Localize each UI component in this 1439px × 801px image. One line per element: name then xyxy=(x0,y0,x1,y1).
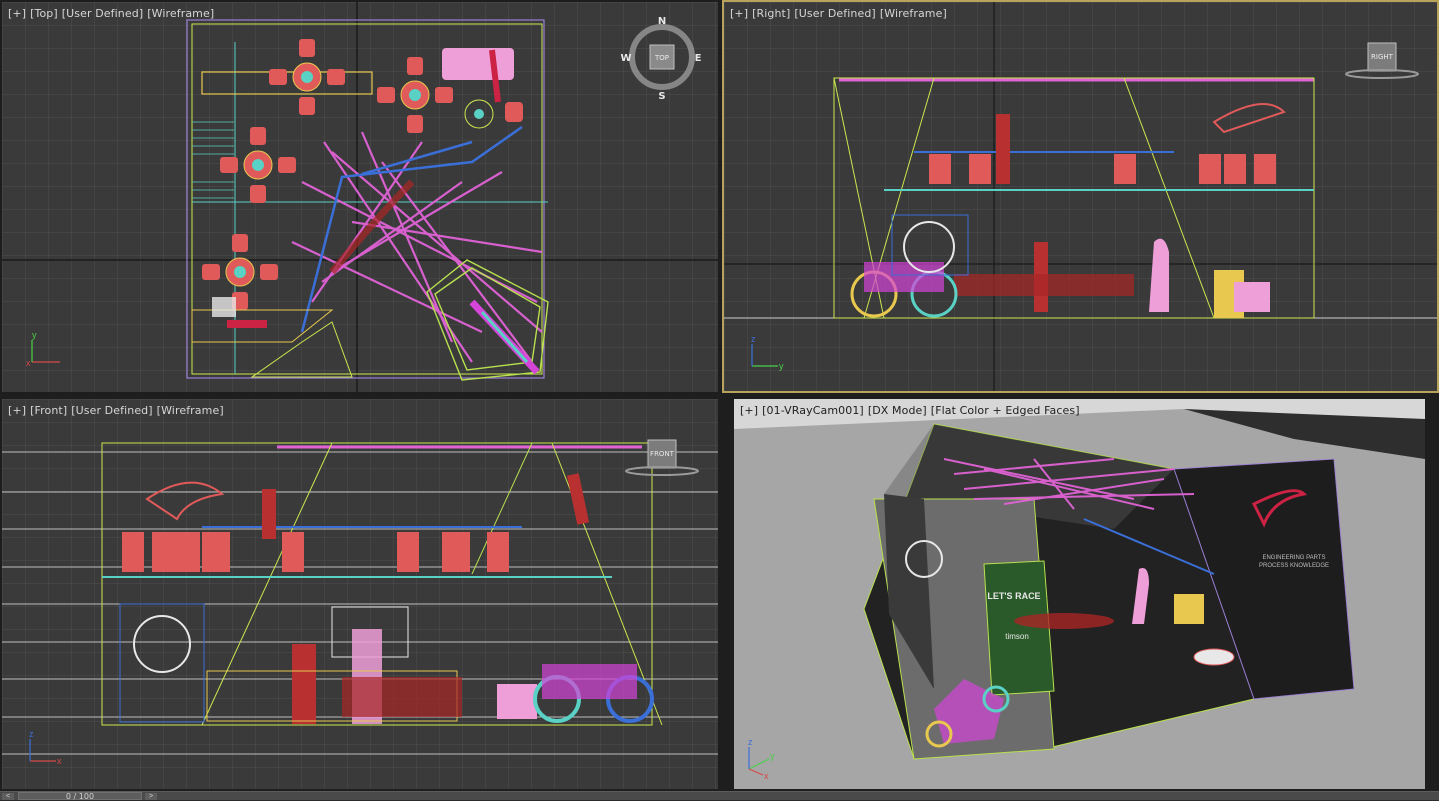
viewport-label-user-defined[interactable]: [User Defined] xyxy=(794,7,875,20)
viewport-front[interactable]: [+] [Front] [User Defined] [Wireframe] F… xyxy=(2,399,718,789)
right-view-canvas: RIGHT z y xyxy=(724,2,1437,391)
viewcube-right-face: RIGHT xyxy=(1371,53,1394,61)
svg-text:N: N xyxy=(658,16,666,27)
viewport-menu-plus[interactable]: [+] xyxy=(8,7,26,20)
viewport-point-of-view-menu[interactable]: [Right] xyxy=(752,7,790,20)
viewport-menu-plus[interactable]: [+] xyxy=(8,404,26,417)
viewport-camera-select[interactable]: [01-VRayCam001] xyxy=(762,404,864,417)
viewport-dx-mode[interactable]: [DX Mode] xyxy=(868,404,927,417)
max-viewport-layout: [+] [Top] [User Defined] [Wireframe] TOP… xyxy=(0,0,1439,801)
svg-text:S: S xyxy=(658,91,665,102)
viewport-label-user-defined[interactable]: [User Defined] xyxy=(71,404,152,417)
wall-text-2: PROCESS KNOWLEDGE xyxy=(1259,563,1329,569)
svg-text:y: y xyxy=(32,330,37,340)
viewport-label-user-defined[interactable]: [User Defined] xyxy=(62,7,143,20)
viewport-point-of-view-menu[interactable]: [Top] xyxy=(30,7,58,20)
viewport-point-of-view-menu[interactable]: [Front] xyxy=(30,404,67,417)
viewport-shading-menu[interactable]: [Wireframe] xyxy=(147,7,214,20)
svg-text:x: x xyxy=(764,771,769,781)
viewport-shading-menu[interactable]: [Wireframe] xyxy=(157,404,224,417)
svg-text:E: E xyxy=(695,53,702,64)
viewport-menu-plus[interactable]: [+] xyxy=(730,7,748,20)
viewport-top-label: [+] [Top] [User Defined] [Wireframe] xyxy=(8,7,218,20)
front-view-canvas: FRONT z x xyxy=(2,399,718,789)
svg-text:x: x xyxy=(57,756,62,766)
viewport-front-label: [+] [Front] [User Defined] [Wireframe] xyxy=(8,404,228,417)
viewport-shading-menu[interactable]: [Wireframe] xyxy=(880,7,947,20)
viewcube-top-face: TOP xyxy=(654,54,669,62)
banner-text: LET'S RACE xyxy=(987,591,1040,601)
svg-text:y: y xyxy=(770,751,775,761)
viewport-top[interactable]: [+] [Top] [User Defined] [Wireframe] TOP… xyxy=(2,2,718,392)
svg-text:z: z xyxy=(748,737,753,747)
viewport-shading-menu[interactable]: [Flat Color + Edged Faces] xyxy=(931,404,1080,417)
svg-text:W: W xyxy=(620,53,631,64)
viewcube-front-face: FRONT xyxy=(650,450,675,458)
svg-text:x: x xyxy=(26,358,31,368)
viewport-menu-plus[interactable]: [+] xyxy=(740,404,758,417)
wall-text-1: ENGINEERING PARTS xyxy=(1262,555,1325,561)
viewport-camera[interactable]: [+] [01-VRayCam001] [DX Mode] [Flat Color +… xyxy=(734,399,1425,789)
camera-view-canvas: LET'S RACE timson ENGINEERING PARTS PROC… xyxy=(734,399,1425,789)
svg-text:y: y xyxy=(779,361,784,371)
svg-text:z: z xyxy=(751,334,756,344)
top-view-canvas: TOP N S E W y x xyxy=(2,2,718,392)
viewport-right-label: [+] [Right] [User Defined] [Wireframe] xyxy=(730,7,951,20)
banner-brand: timson xyxy=(1005,632,1029,641)
svg-text:z: z xyxy=(29,729,34,739)
viewport-camera-label: [+] [01-VRayCam001] [DX Mode] [Flat Color +… xyxy=(740,404,1084,417)
viewport-right[interactable]: [+] [Right] [User Defined] [Wireframe] R… xyxy=(722,0,1439,393)
